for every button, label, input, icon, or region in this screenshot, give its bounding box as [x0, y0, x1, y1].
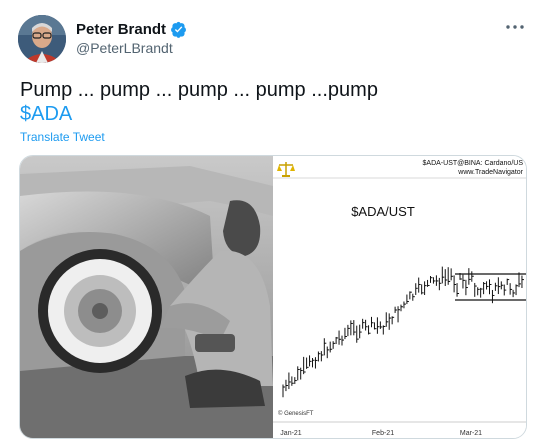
more-dots-icon[interactable]: [503, 16, 527, 38]
x-tick-label: Jan-21: [280, 430, 302, 437]
chart-header-symbol: $ADA-UST@BINA: Cardano/US: [423, 160, 524, 167]
x-tick-label: Mar-21: [460, 430, 482, 437]
chart-watermark: © GenesisFT: [278, 410, 314, 417]
tire-pump-photo[interactable]: [20, 156, 273, 438]
chart-title: $ADA/UST: [351, 204, 415, 219]
avatar[interactable]: [18, 15, 66, 63]
author-handle[interactable]: @PeterLBrandt: [76, 40, 173, 56]
author-name-row: Peter Brandt: [76, 21, 187, 38]
scales-logo-icon: [277, 160, 295, 178]
media-grid: $ADA-UST@BINA: Cardano/US www.TradeNavig…: [19, 155, 527, 439]
chart-header-site: www.TradeNavigator: [457, 169, 523, 176]
tweet-text-line: Pump ... pump ... pump ... pump ...pump: [20, 79, 378, 101]
ada-price-chart[interactable]: $ADA-UST@BINA: Cardano/US www.TradeNavig…: [273, 156, 526, 438]
verified-badge-icon: [170, 21, 187, 38]
tweet-card: Peter Brandt @PeterLBrandt Pump ... pump…: [0, 0, 543, 445]
translate-tweet-link[interactable]: Translate Tweet: [20, 130, 105, 144]
author-display-name[interactable]: Peter Brandt: [76, 21, 166, 38]
cashtag-link[interactable]: $ADA: [20, 102, 378, 126]
tweet-text: Pump ... pump ... pump ... pump ...pump …: [20, 78, 378, 126]
price-bars: [282, 266, 524, 398]
x-tick-label: Feb-21: [372, 430, 394, 437]
